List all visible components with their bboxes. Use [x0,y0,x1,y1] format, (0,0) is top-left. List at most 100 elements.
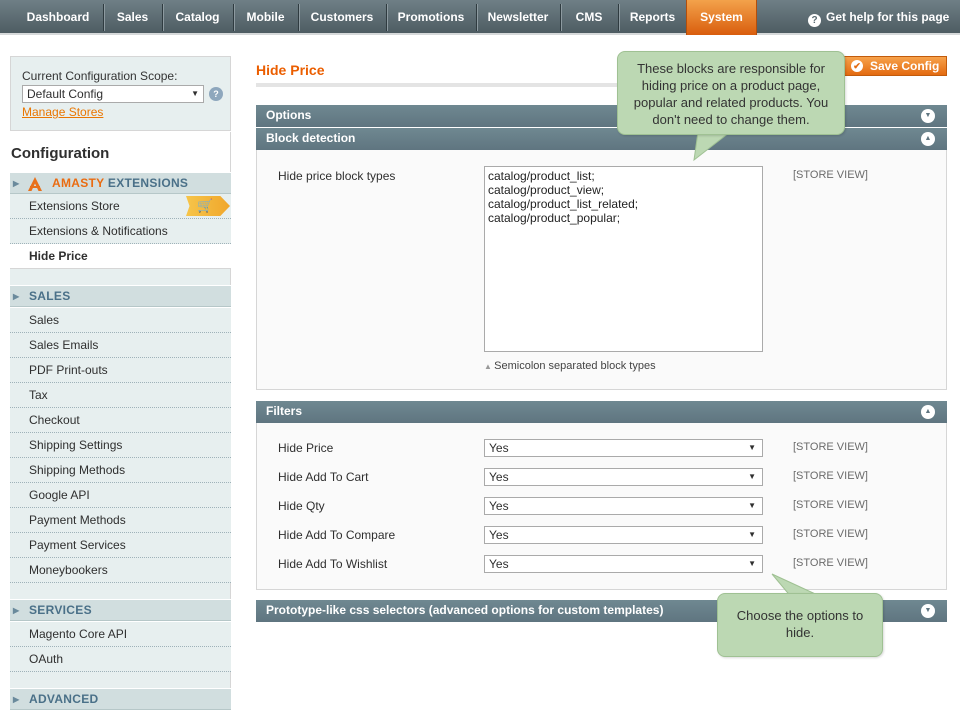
sidebar-item-checkout[interactable]: Checkout [10,408,231,433]
checkmark-icon: ✔ [851,60,863,72]
nav-catalog[interactable]: Catalog [163,0,232,35]
collapse-icon: ▲ [921,132,935,146]
chevron-down-icon: ▼ [191,89,199,98]
sidebar-item-tax[interactable]: Tax [10,383,231,408]
scope-label: Current Configuration Scope: [22,69,178,83]
callout-top-text: These blocks are responsible for hiding … [633,61,829,127]
sidebar-item-payment-services[interactable]: Payment Services [10,533,231,558]
sidebar-item-oauth[interactable]: OAuth [10,647,231,672]
select-value: Yes [489,470,509,484]
callout-bottom-text: Choose the options to hide. [736,608,864,640]
sidebar-gap [10,268,231,286]
help-icon: ? [808,14,821,27]
chevron-down-icon: ▼ [748,443,756,452]
sidebar-item-extensions-store[interactable]: Extensions Store 🛒 [10,194,231,219]
nav-reports[interactable]: Reports [619,0,686,35]
scope-indicator: [STORE VIEW] [793,557,868,569]
scope-switcher: Current Configuration Scope: Default Con… [10,56,231,131]
section-amasty-extensions[interactable]: ▶ AMASTY EXTENSIONS [10,172,231,194]
section-sales[interactable]: ▶ SALES [10,285,231,307]
field-note-text: Semicolon separated block types [494,360,656,372]
cart-icon: 🛒 [186,196,230,216]
sidebar-item-label: PDF Print-outs [29,363,108,377]
sidebar-item-label: Sales Emails [29,338,99,352]
hide-add-to-wishlist-select[interactable]: Yes ▼ [484,555,763,573]
select-value: Yes [489,557,509,571]
sidebar-item-label: Payment Services [29,538,126,552]
field-label: Hide Add To Cart [278,470,369,484]
sidebar-item-label: Moneybookers [29,563,108,577]
scope-help-icon[interactable]: ? [209,87,223,101]
sidebar-item-label: OAuth [29,652,64,666]
fieldset-filters-header[interactable]: Filters ▲ [256,401,947,423]
nav-customers[interactable]: Customers [299,0,385,35]
nav-sales[interactable]: Sales [104,0,161,35]
hide-price-select[interactable]: Yes ▼ [484,439,763,457]
section-arrow-icon: ▶ [13,695,20,704]
sidebar-item-label: Extensions Store [29,199,120,213]
sidebar-item-shipping-methods[interactable]: Shipping Methods [10,458,231,483]
help-link[interactable]: ? Get help for this page [808,0,949,35]
sidebar-item-label: Magento Core API [29,627,128,641]
section-arrow-icon: ▶ [13,606,20,615]
sidebar-item-label: Tax [29,388,48,402]
nav-mobile[interactable]: Mobile [234,0,297,35]
callout-bottom: Choose the options to hide. [717,593,883,657]
section-label: SERVICES [29,603,92,617]
field-label: Hide Add To Wishlist [278,557,388,571]
chevron-down-icon: ▼ [748,559,756,568]
nav-dashboard[interactable]: Dashboard [14,0,102,35]
nav-promotions[interactable]: Promotions [387,0,475,35]
sidebar-item-magento-core-api[interactable]: Magento Core API [10,622,231,647]
scope-indicator: [STORE VIEW] [793,169,868,181]
hide-add-to-cart-select[interactable]: Yes ▼ [484,468,763,486]
field-label: Hide Add To Compare [278,528,396,542]
top-navigation: Dashboard Sales Catalog Mobile Customers… [0,0,960,35]
section-arrow-icon: ▶ [13,292,20,301]
fieldset-label: Block detection [266,131,356,145]
sidebar-item-label: Payment Methods [29,513,126,527]
scope-indicator: [STORE VIEW] [793,528,868,540]
scope-indicator: [STORE VIEW] [793,441,868,453]
nav-cms[interactable]: CMS [561,0,617,35]
sidebar-item-label: Checkout [29,413,80,427]
fieldset-label: Options [266,108,312,122]
section-services[interactable]: ▶ SERVICES [10,599,231,621]
amasty-label: EXTENSIONS [107,176,189,190]
fieldset-label: Prototype-like css selectors (advanced o… [266,603,664,617]
sidebar-item-label: Google API [29,488,90,502]
sidebar-item-shipping-settings[interactable]: Shipping Settings [10,433,231,458]
hide-add-to-compare-select[interactable]: Yes ▼ [484,526,763,544]
sidebar-item-hide-price[interactable]: Hide Price [10,244,231,269]
nav-system[interactable]: System [686,0,757,35]
manage-stores-link[interactable]: Manage Stores [22,105,103,119]
hide-qty-select[interactable]: Yes ▼ [484,497,763,515]
amasty-logo-icon [28,177,42,191]
sidebar-gap [10,672,231,688]
callout-top: These blocks are responsible for hiding … [617,51,845,135]
sidebar-item-label: Extensions & Notifications [29,224,168,238]
sidebar-item-google-api[interactable]: Google API [10,483,231,508]
sidebar-item-pdf-printouts[interactable]: PDF Print-outs [10,358,231,383]
save-config-button[interactable]: ✔ Save Config [843,56,947,76]
sidebar-item-sales-emails[interactable]: Sales Emails [10,333,231,358]
sidebar-item-sales[interactable]: Sales [10,308,231,333]
scope-indicator: [STORE VIEW] [793,499,868,511]
sidebar-item-payment-methods[interactable]: Payment Methods [10,508,231,533]
sidebar-gap [10,583,231,599]
expand-icon: ▼ [921,604,935,618]
field-label: Hide Qty [278,499,325,513]
select-value: Yes [489,528,509,542]
field-note: ▲ Semicolon separated block types [484,360,656,372]
block-types-textarea[interactable]: catalog/product_list; catalog/product_vi… [484,166,763,352]
collapse-icon: ▲ [921,405,935,419]
section-arrow-icon: ▶ [13,179,20,188]
sidebar-item-label: Shipping Methods [29,463,126,477]
scope-select[interactable]: Default Config ▼ [22,85,204,103]
section-advanced[interactable]: ▶ ADVANCED [10,688,231,710]
sidebar-item-moneybookers[interactable]: Moneybookers [10,558,231,583]
sidebar-item-extensions-notifications[interactable]: Extensions & Notifications [10,219,231,244]
nav-newsletter[interactable]: Newsletter [477,0,559,35]
field-label: Hide price block types [278,169,396,183]
fieldset-filters-body: Hide Price Yes ▼ [STORE VIEW] Hide Add To… [256,423,947,590]
